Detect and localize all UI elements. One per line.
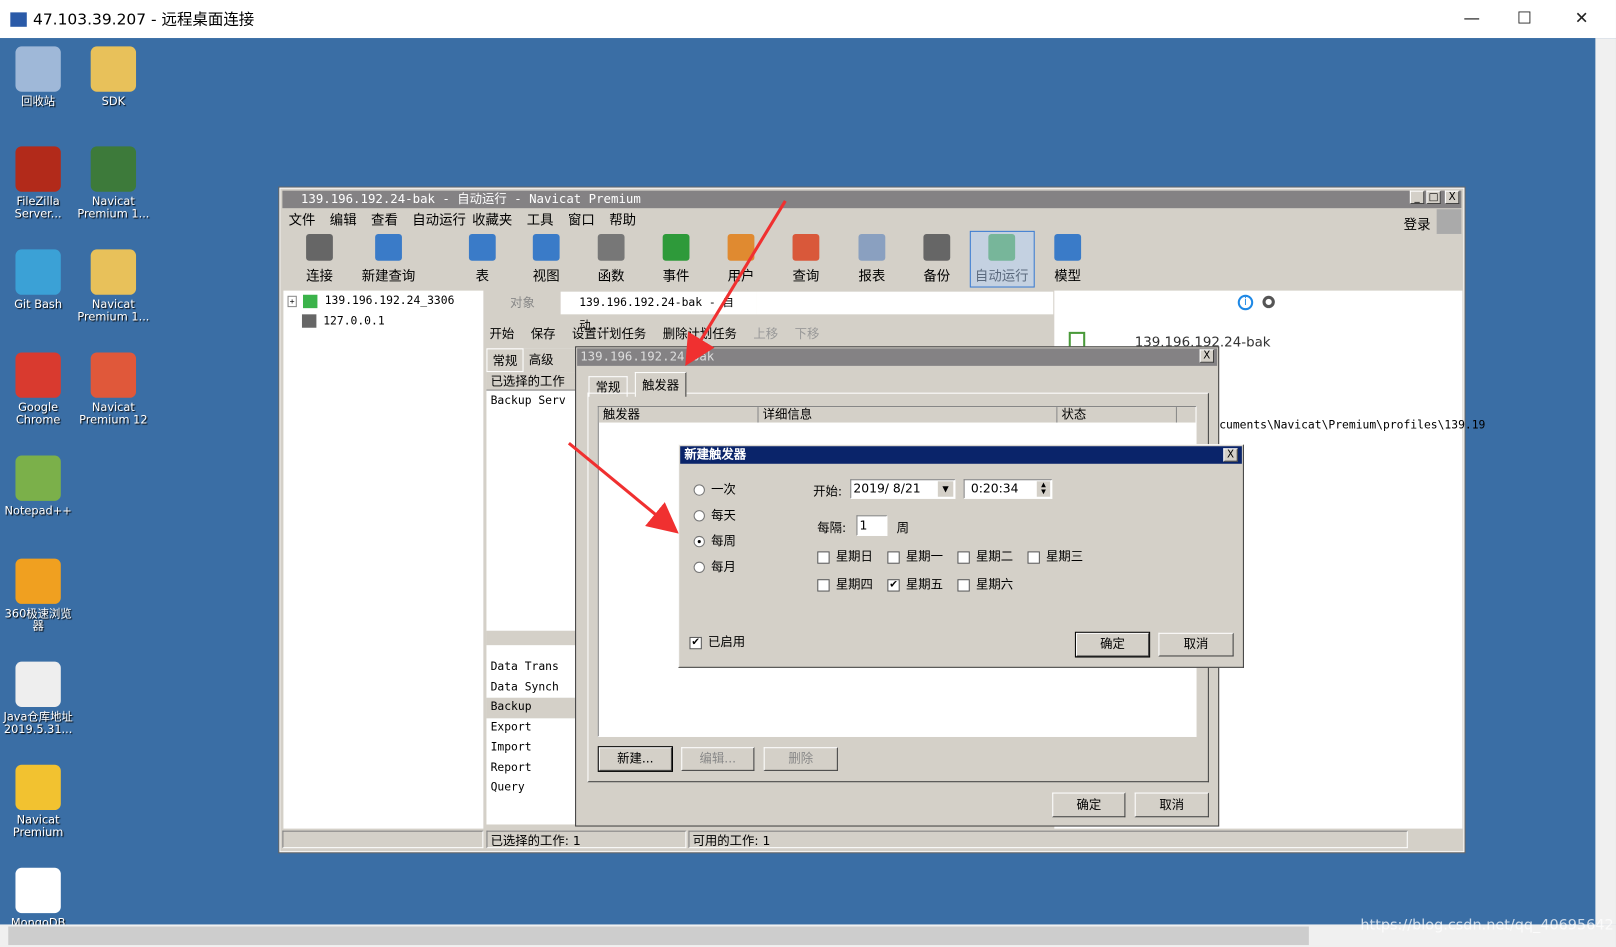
red-arrow: [685, 200, 787, 366]
job-tab-triggers[interactable]: 触发器: [634, 372, 687, 397]
annotation-arrows: [567, 200, 787, 534]
red-arrow: [567, 441, 679, 534]
